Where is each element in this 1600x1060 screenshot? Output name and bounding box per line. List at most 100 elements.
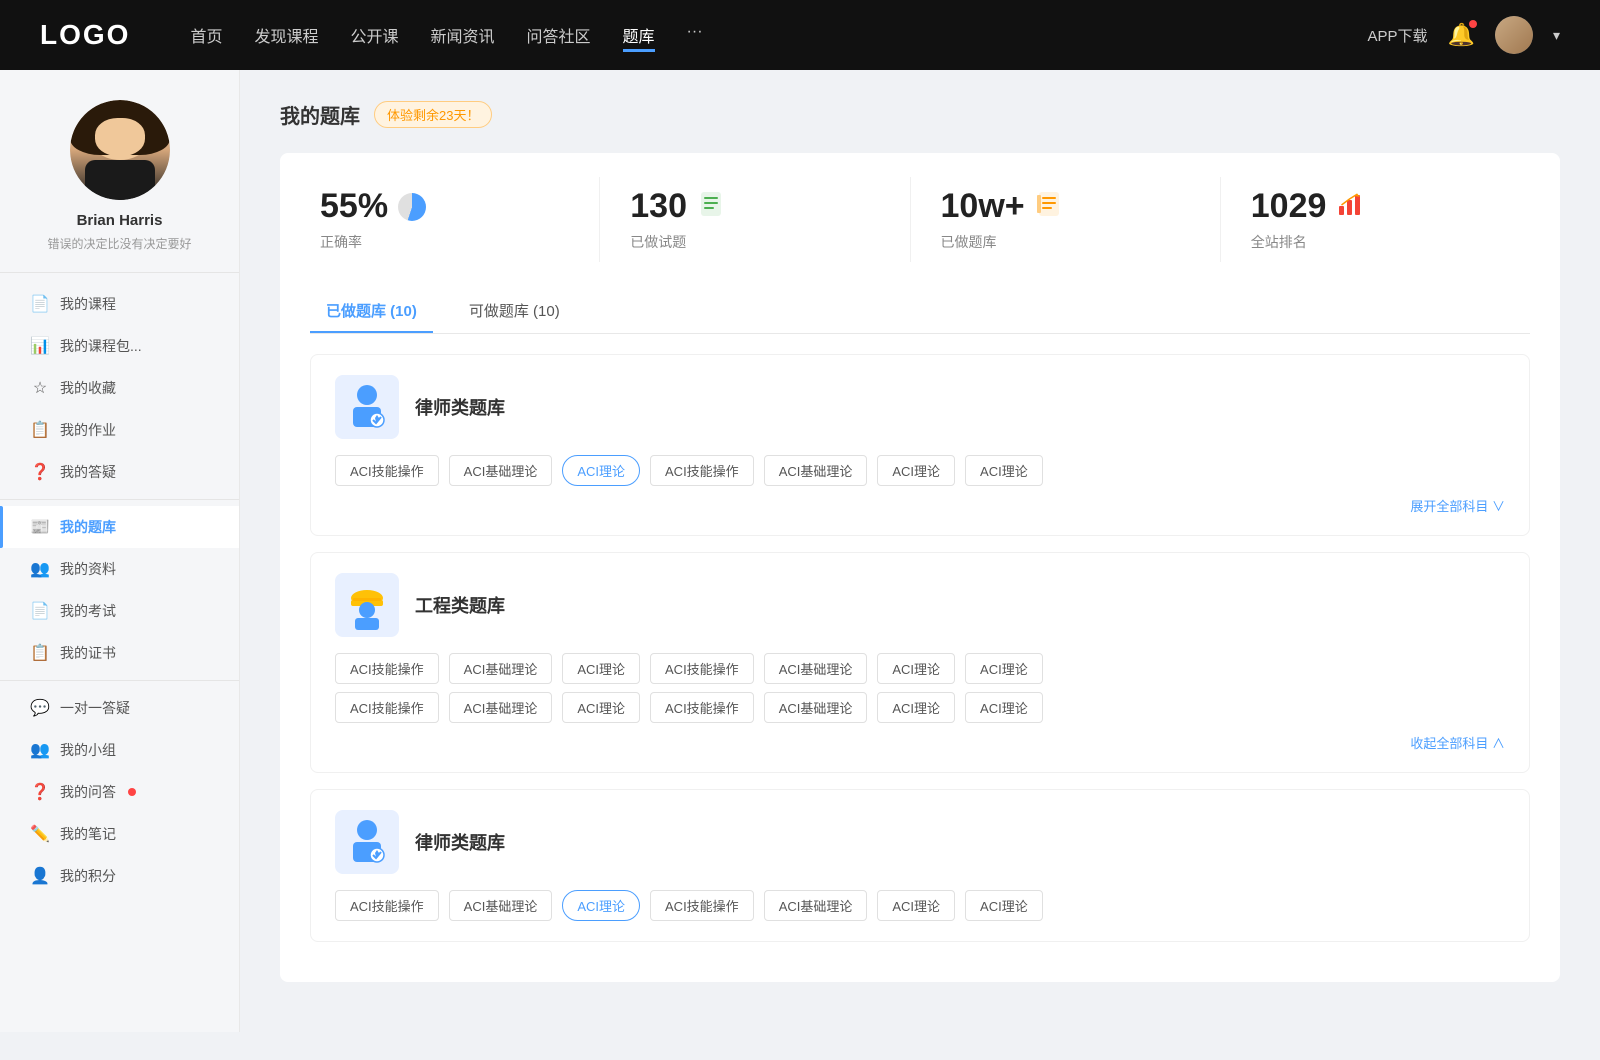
tag-3[interactable]: ACI技能操作 (650, 455, 754, 486)
profile-avatar (70, 100, 170, 200)
sidebar-divider-1 (0, 499, 239, 500)
stats-card: 55% 正确率 130 已做试题 10w+ (280, 153, 1560, 982)
tab-available-banks[interactable]: 可做题库 (10) (453, 290, 576, 333)
avatar[interactable] (1495, 16, 1533, 54)
bank-tags-lawyer-1: ACI技能操作 ACI基础理论 ACI理论 ACI技能操作 ACI基础理论 AC… (335, 455, 1505, 486)
sidebar-item-my-qa[interactable]: ❓ 我的问答 (0, 771, 239, 813)
nav-exam[interactable]: 题库 (623, 19, 655, 52)
sidebar-item-one-on-one[interactable]: 💬 一对一答疑 (0, 687, 239, 729)
sidebar-item-certificates[interactable]: 📋 我的证书 (0, 632, 239, 674)
tag-6[interactable]: ACI理论 (965, 455, 1043, 486)
tag-e9[interactable]: ACI理论 (562, 692, 640, 723)
tag-l2-5[interactable]: ACI理论 (877, 890, 955, 921)
tag-4[interactable]: ACI基础理论 (764, 455, 868, 486)
tag-0[interactable]: ACI技能操作 (335, 455, 439, 486)
bank-collapse-button[interactable]: 收起全部科目 ∧ (335, 733, 1505, 752)
nav-discover[interactable]: 发现课程 (254, 19, 318, 52)
tag-e13[interactable]: ACI理论 (965, 692, 1043, 723)
tag-l2-3[interactable]: ACI技能操作 (650, 890, 754, 921)
sidebar-item-materials[interactable]: 👥 我的资料 (0, 548, 239, 590)
tab-done-banks[interactable]: 已做题库 (10) (310, 290, 433, 333)
chevron-down-icon[interactable]: ▾ (1553, 27, 1560, 44)
sidebar-item-label: 我的笔记 (60, 824, 116, 844)
avatar-image (1495, 16, 1533, 54)
tag-e5[interactable]: ACI理论 (877, 653, 955, 684)
bank-expand-button[interactable]: 展开全部科目 ∨ (335, 496, 1505, 515)
sidebar-item-label: 我的小组 (60, 740, 116, 760)
tag-1[interactable]: ACI基础理论 (449, 455, 553, 486)
group-icon: 👥 (30, 740, 50, 760)
nav-more[interactable]: ··· (687, 19, 703, 52)
notes-icon: ✏️ (30, 824, 50, 844)
notification-bell[interactable]: 🔔 (1448, 22, 1475, 48)
stat-ranking-value: 1029 (1251, 187, 1327, 226)
sidebar-item-points[interactable]: 👤 我的积分 (0, 855, 239, 897)
bank-tags-engineer-row1: ACI技能操作 ACI基础理论 ACI理论 ACI技能操作 ACI基础理论 AC… (335, 653, 1505, 684)
sidebar-item-label: 我的收藏 (60, 378, 116, 398)
sidebar-item-exams[interactable]: 📄 我的考试 (0, 590, 239, 632)
tag-e0[interactable]: ACI技能操作 (335, 653, 439, 684)
sidebar-item-label: 我的课程包... (60, 336, 142, 356)
sidebar-item-favorites[interactable]: ☆ 我的收藏 (0, 367, 239, 409)
profile-motto: 错误的决定比没有决定要好 (47, 235, 191, 252)
homework-icon: 📋 (30, 420, 50, 440)
app-download-button[interactable]: APP下载 (1368, 25, 1428, 46)
tag-e4[interactable]: ACI基础理论 (764, 653, 868, 684)
stats-row: 55% 正确率 130 已做试题 10w+ (310, 177, 1530, 262)
tag-l2-2-active[interactable]: ACI理论 (562, 890, 640, 921)
nav-qa[interactable]: 问答社区 (527, 19, 591, 52)
exam-icon: 📄 (30, 601, 50, 621)
bank-tags-lawyer-2: ACI技能操作 ACI基础理论 ACI理论 ACI技能操作 ACI基础理论 AC… (335, 890, 1505, 921)
doc-green-icon (697, 190, 725, 224)
tag-e7[interactable]: ACI技能操作 (335, 692, 439, 723)
sidebar-item-label: 一对一答疑 (60, 698, 130, 718)
layout: Brian Harris 错误的决定比没有决定要好 📄 我的课程 📊 我的课程包… (0, 70, 1600, 1032)
sidebar-item-question-bank[interactable]: 📰 我的题库 (0, 506, 239, 548)
sidebar-item-label: 我的积分 (60, 866, 116, 886)
star-icon: ☆ (30, 378, 50, 398)
sidebar-item-label: 我的资料 (60, 559, 116, 579)
tag-5[interactable]: ACI理论 (877, 455, 955, 486)
bank-section-lawyer-2: 律师类题库 ACI技能操作 ACI基础理论 ACI理论 ACI技能操作 ACI基… (310, 789, 1530, 942)
sidebar-item-notes[interactable]: ✏️ 我的笔记 (0, 813, 239, 855)
tag-l2-1[interactable]: ACI基础理论 (449, 890, 553, 921)
sidebar-profile: Brian Harris 错误的决定比没有决定要好 (0, 100, 239, 273)
bank-title: 律师类题库 (415, 829, 505, 855)
question-icon: ❓ (30, 462, 50, 482)
sidebar-item-label: 我的问答 (60, 782, 116, 802)
nav-news[interactable]: 新闻资讯 (431, 19, 495, 52)
nav-links: 首页 发现课程 公开课 新闻资讯 问答社区 题库 ··· (190, 19, 1367, 52)
sidebar-item-my-course[interactable]: 📄 我的课程 (0, 283, 239, 325)
bank-section-header: 工程类题库 (335, 573, 1505, 637)
tag-e1[interactable]: ACI基础理论 (449, 653, 553, 684)
course-package-icon: 📊 (30, 336, 50, 356)
nav-home[interactable]: 首页 (190, 19, 222, 52)
chat-icon: 💬 (30, 698, 50, 718)
sidebar-item-course-package[interactable]: 📊 我的课程包... (0, 325, 239, 367)
stat-done-questions-value-row: 130 (630, 187, 725, 226)
tag-e3[interactable]: ACI技能操作 (650, 653, 754, 684)
materials-icon: 👥 (30, 559, 50, 579)
trial-badge: 体验剩余23天！ (374, 101, 492, 128)
tag-e8[interactable]: ACI基础理论 (449, 692, 553, 723)
tag-l2-0[interactable]: ACI技能操作 (335, 890, 439, 921)
stat-done-banks-value: 10w+ (941, 187, 1025, 226)
bank-section-engineer: 工程类题库 ACI技能操作 ACI基础理论 ACI理论 ACI技能操作 ACI基… (310, 552, 1530, 773)
tag-l2-6[interactable]: ACI理论 (965, 890, 1043, 921)
bank-section-header: 律师类题库 (335, 810, 1505, 874)
tag-l2-4[interactable]: ACI基础理论 (764, 890, 868, 921)
sidebar-item-homework[interactable]: 📋 我的作业 (0, 409, 239, 451)
tag-e10[interactable]: ACI技能操作 (650, 692, 754, 723)
sidebar-item-groups[interactable]: 👥 我的小组 (0, 729, 239, 771)
sidebar-item-answers[interactable]: ❓ 我的答疑 (0, 451, 239, 493)
tag-e2[interactable]: ACI理论 (562, 653, 640, 684)
nav-open-course[interactable]: 公开课 (350, 19, 398, 52)
tag-e12[interactable]: ACI理论 (877, 692, 955, 723)
sidebar-menu: 📄 我的课程 📊 我的课程包... ☆ 我的收藏 📋 我的作业 ❓ 我的答疑 � (0, 283, 239, 897)
tag-e6[interactable]: ACI理论 (965, 653, 1043, 684)
notification-dot (1469, 20, 1477, 28)
tag-2-active[interactable]: ACI理论 (562, 455, 640, 486)
certificate-icon: 📋 (30, 643, 50, 663)
chart-red-icon (1336, 190, 1364, 224)
tag-e11[interactable]: ACI基础理论 (764, 692, 868, 723)
